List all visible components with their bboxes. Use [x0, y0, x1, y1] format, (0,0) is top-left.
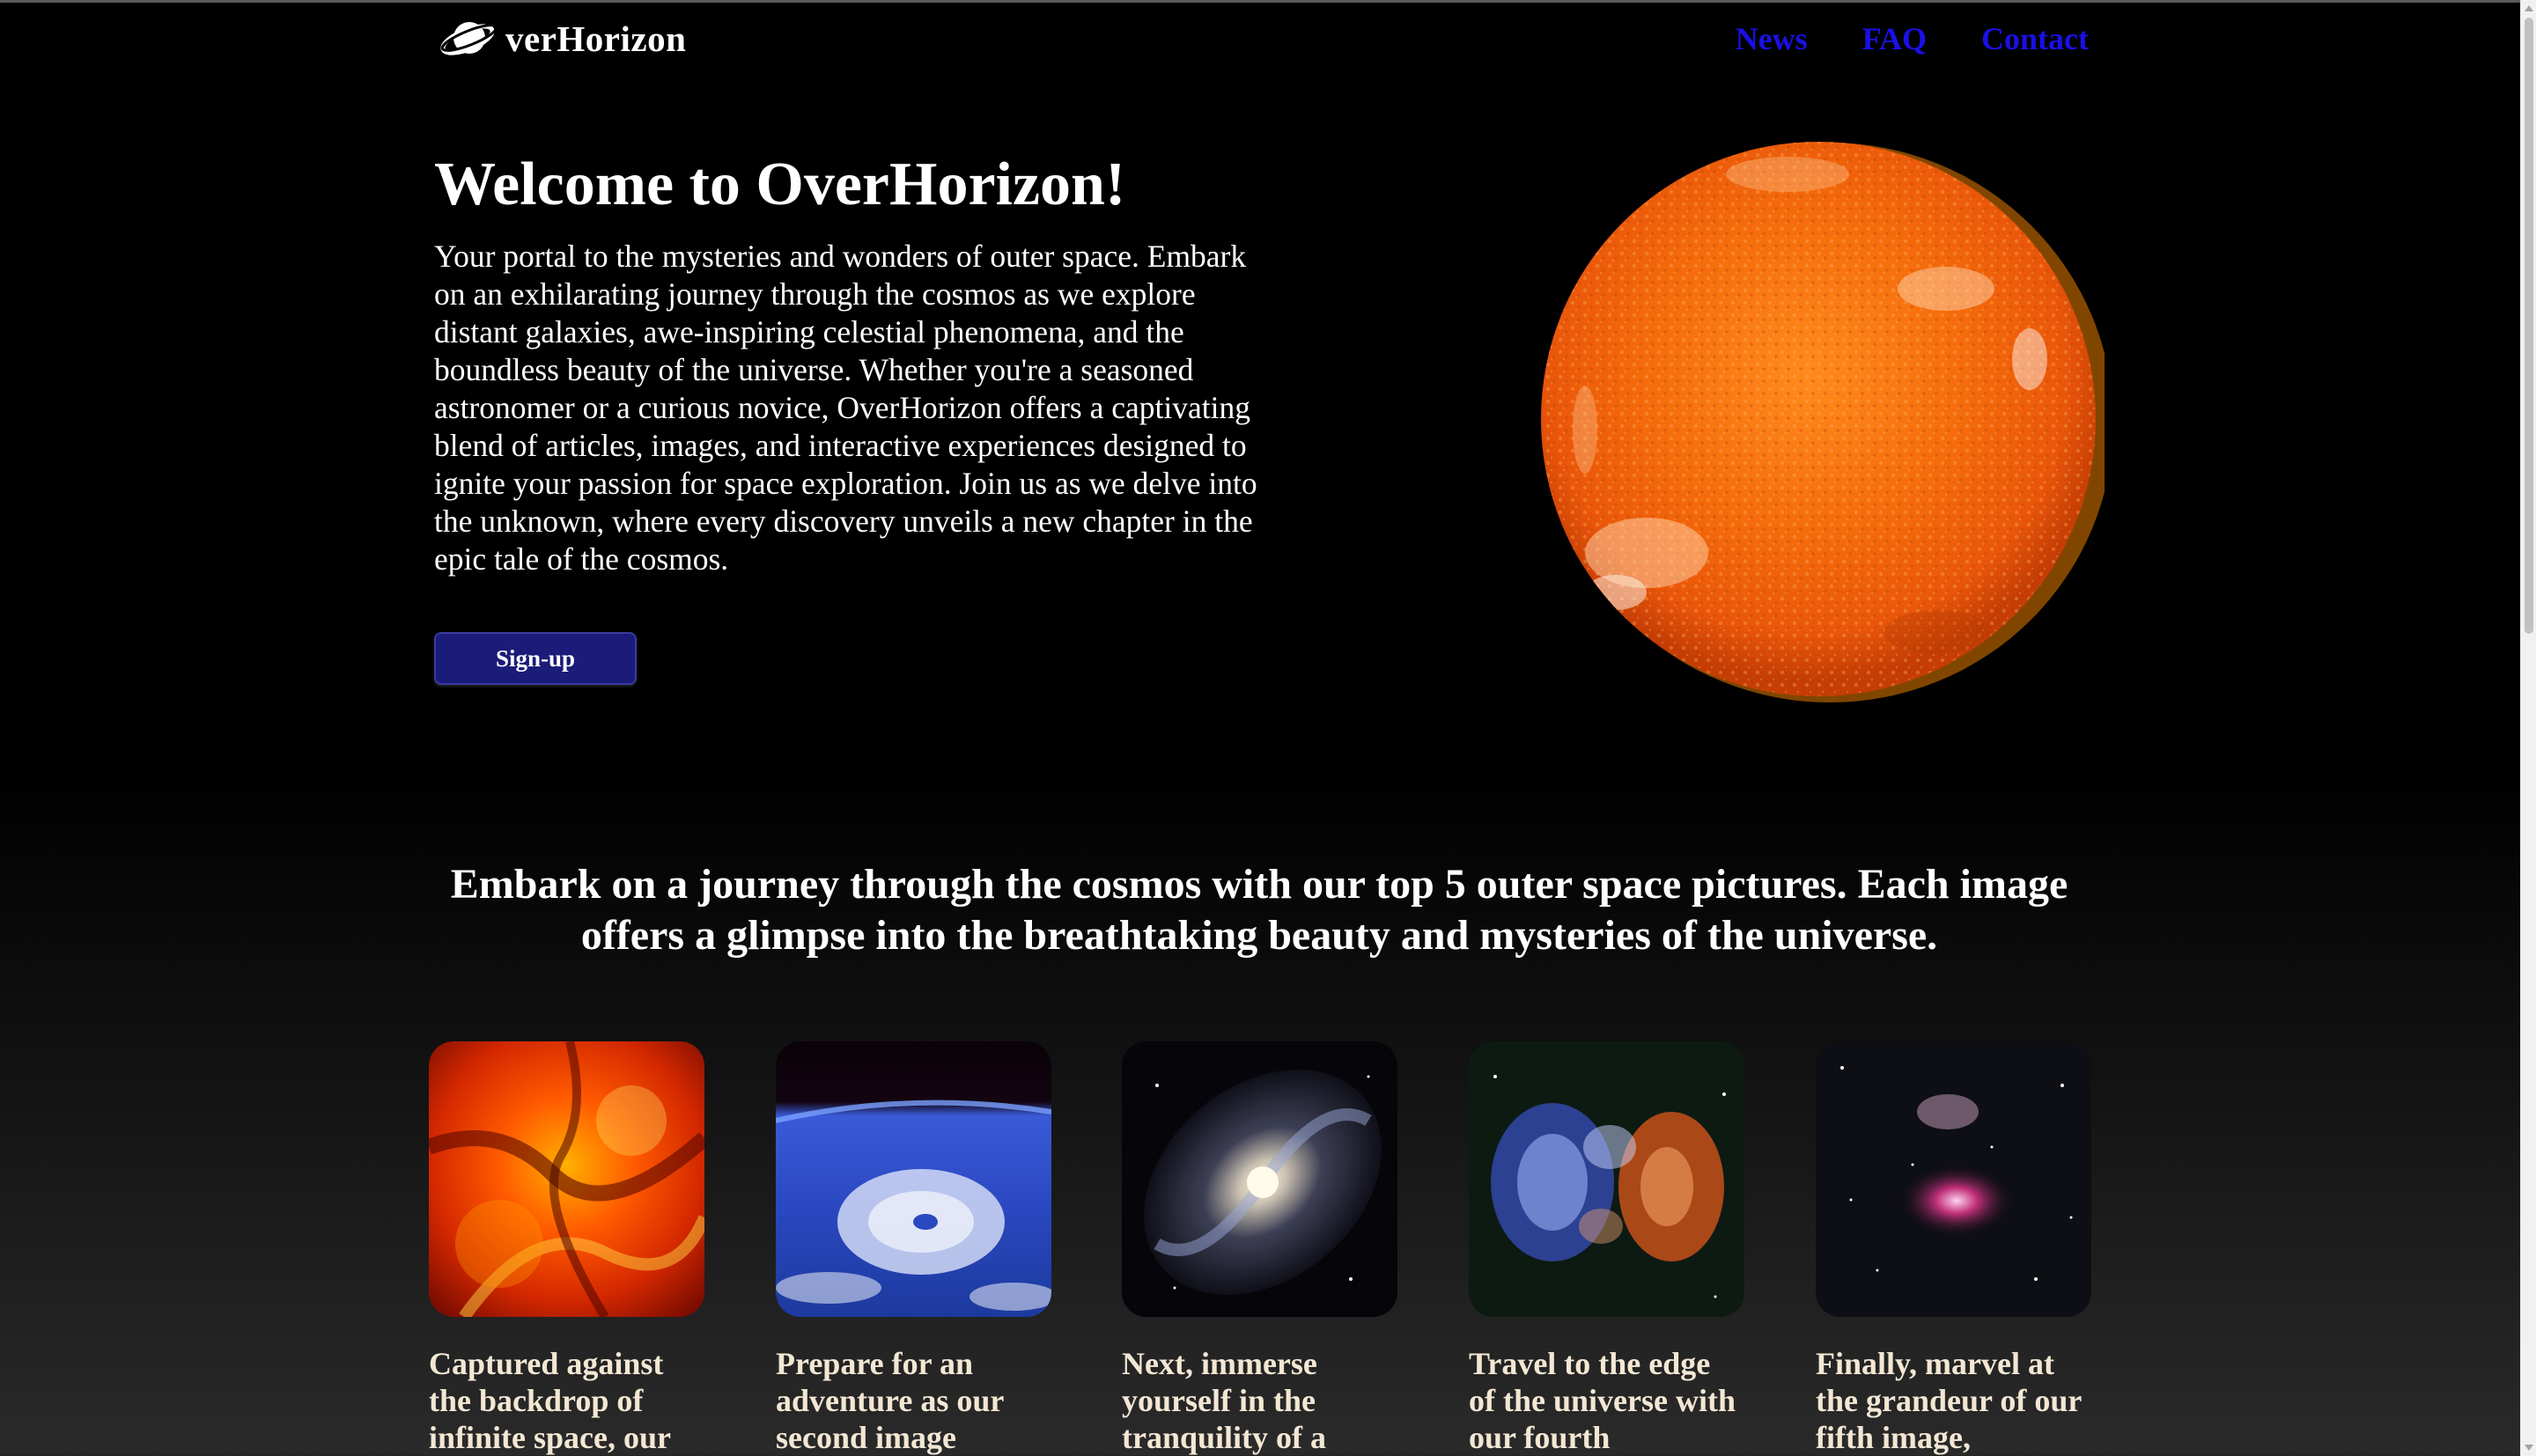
scrollbar-thumb[interactable] [2525, 18, 2533, 634]
gallery-caption: Finally, marvel at the grandeur of our f… [1816, 1346, 2082, 1455]
site-header: verHorizon News FAQ Contact [433, 12, 2089, 65]
hero-title: Welcome to OverHorizon! [434, 151, 1126, 218]
gallery-card[interactable]: Next, immerse yourself in the tranquilit… [1122, 1041, 1397, 1456]
galaxy-cluster-image[interactable] [1469, 1041, 1744, 1317]
gallery-caption: Next, immerse yourself in the tranquilit… [1122, 1346, 1327, 1455]
window-top-border [0, 0, 2520, 3]
gallery-card[interactable]: Captured against the backdrop of infinit… [429, 1041, 704, 1456]
scroll-up-arrow-icon[interactable] [2525, 5, 2533, 11]
signup-button[interactable]: Sign-up [434, 632, 637, 685]
gallery-caption: Captured against the backdrop of infinit… [429, 1346, 671, 1455]
image-gallery: Captured against the backdrop of infinit… [429, 1041, 2096, 1456]
orion-nebula-image[interactable] [1816, 1041, 2091, 1317]
logo-text: verHorizon [505, 18, 687, 59]
vertical-scrollbar[interactable] [2520, 0, 2536, 1456]
nav-faq-link[interactable]: FAQ [1862, 20, 1927, 57]
gallery-caption: Prepare for an adventure as our second i… [776, 1346, 1004, 1455]
nav-news-link[interactable]: News [1736, 20, 1808, 57]
scroll-down-arrow-icon[interactable] [2525, 1445, 2533, 1451]
logo[interactable]: verHorizon [433, 12, 686, 65]
gallery-card[interactable]: Travel to the edge of the universe with … [1469, 1041, 1744, 1456]
planet-ring-icon [440, 22, 498, 55]
hero-description: Your portal to the mysteries and wonders… [434, 239, 1257, 577]
gallery-tagline: Embark on a journey through the cosmos w… [450, 861, 2068, 959]
nav-contact-link[interactable]: Contact [1981, 20, 2089, 57]
red-nebula-image[interactable] [429, 1041, 704, 1317]
gallery-card[interactable]: Prepare for an adventure as our second i… [776, 1041, 1051, 1456]
sun-image [1541, 142, 2105, 702]
earth-hurricane-image[interactable] [776, 1041, 1051, 1317]
main-nav: News FAQ Contact [1681, 12, 2089, 65]
gallery-card[interactable]: Finally, marvel at the grandeur of our f… [1816, 1041, 2091, 1456]
gallery-caption: Travel to the edge of the universe with … [1469, 1346, 1736, 1455]
spiral-galaxy-image[interactable] [1122, 1041, 1397, 1317]
